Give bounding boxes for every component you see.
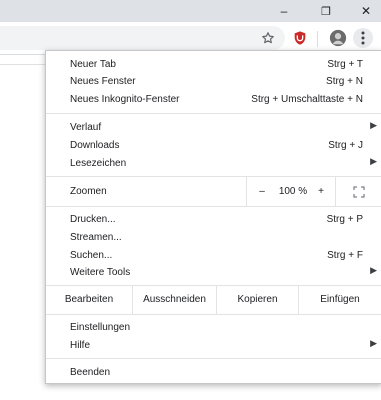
menu-item-label: Neuer Tab bbox=[70, 59, 116, 70]
submenu-arrow-icon: ▶ bbox=[370, 265, 377, 275]
menu-item-help[interactable]: Hilfe ▶ bbox=[46, 337, 381, 355]
menu-item-label: Weitere Tools bbox=[70, 267, 131, 278]
profile-avatar bbox=[329, 29, 347, 47]
menu-item-new-incognito-window[interactable]: Neues Inkognito-Fenster Strg + Umschaltt… bbox=[46, 91, 381, 109]
restore-button[interactable]: ❐ bbox=[312, 0, 340, 22]
paste-button[interactable]: Einfügen bbox=[299, 285, 381, 314]
menu-item-print[interactable]: Drucken... Strg + P bbox=[46, 211, 381, 229]
menu-separator bbox=[46, 206, 381, 207]
cut-button[interactable]: Ausschneiden bbox=[133, 285, 216, 314]
menu-item-label: Verlauf bbox=[70, 122, 102, 133]
close-button[interactable]: ✕ bbox=[352, 0, 380, 22]
copy-label: Kopieren bbox=[237, 294, 278, 305]
title-bar: – ❐ ✕ bbox=[0, 0, 381, 22]
menu-separator bbox=[46, 314, 381, 315]
menu-item-shortcut: Strg + J bbox=[328, 140, 363, 151]
ublock-extension-button[interactable] bbox=[289, 27, 311, 49]
menu-item-label: Beenden bbox=[70, 367, 111, 378]
minimize-icon: – bbox=[280, 4, 288, 18]
paste-label: Einfügen bbox=[320, 294, 360, 305]
menu-item-shortcut: Strg + N bbox=[326, 76, 363, 87]
menu-item-label: Downloads bbox=[70, 140, 120, 151]
edit-label: Bearbeiten bbox=[46, 285, 132, 314]
edit-row: Bearbeiten Ausschneiden Kopieren Einfüge… bbox=[46, 285, 381, 314]
menu-item-history[interactable]: Verlauf ▶ bbox=[46, 119, 381, 137]
zoom-level-value: 100 % bbox=[278, 186, 308, 197]
close-icon: ✕ bbox=[360, 4, 372, 18]
zoom-out-icon: – bbox=[259, 186, 265, 197]
more-menu-icon bbox=[361, 31, 365, 45]
copy-button[interactable]: Kopieren bbox=[217, 285, 298, 314]
menu-item-shortcut: Strg + T bbox=[327, 59, 363, 70]
zoom-out-button[interactable]: – bbox=[247, 177, 277, 206]
menu-item-more-tools[interactable]: Weitere Tools ▶ bbox=[46, 264, 381, 282]
chrome-app-menu: Neuer Tab Strg + T Neues Fenster Strg + … bbox=[45, 50, 381, 384]
submenu-arrow-icon: ▶ bbox=[370, 338, 377, 348]
menu-item-label: Neues Fenster bbox=[70, 76, 136, 87]
page-content-divider bbox=[0, 64, 46, 65]
minimize-button[interactable]: – bbox=[270, 0, 298, 22]
cut-label: Ausschneiden bbox=[143, 294, 206, 305]
submenu-arrow-icon: ▶ bbox=[370, 156, 377, 166]
menu-item-label: Suchen... bbox=[70, 250, 113, 261]
menu-item-exit[interactable]: Beenden bbox=[46, 364, 381, 382]
menu-item-find[interactable]: Suchen... Strg + F bbox=[46, 247, 381, 265]
star-icon bbox=[262, 32, 274, 44]
menu-item-label: Neues Inkognito-Fenster bbox=[70, 94, 180, 105]
menu-item-label: Lesezeichen bbox=[70, 158, 127, 169]
fullscreen-button[interactable] bbox=[336, 177, 381, 206]
ublock-shield-icon bbox=[294, 31, 306, 45]
menu-item-label: Hilfe bbox=[70, 340, 91, 351]
zoom-in-button[interactable]: + bbox=[309, 177, 333, 206]
edit-label-text: Bearbeiten bbox=[64, 294, 114, 305]
menu-item-downloads[interactable]: Downloads Strg + J bbox=[46, 137, 381, 155]
zoom-row: Zoomen – 100 % + bbox=[46, 177, 381, 206]
menu-item-new-tab[interactable]: Neuer Tab Strg + T bbox=[46, 56, 381, 74]
zoom-in-icon: + bbox=[318, 186, 324, 197]
menu-item-cast[interactable]: Streamen... bbox=[46, 229, 381, 247]
menu-separator bbox=[46, 113, 381, 114]
menu-item-shortcut: Strg + Umschalttaste + N bbox=[251, 94, 363, 105]
menu-item-label: Streamen... bbox=[70, 232, 122, 243]
restore-icon: ❐ bbox=[321, 5, 331, 18]
menu-separator bbox=[46, 358, 381, 359]
submenu-arrow-icon: ▶ bbox=[370, 120, 377, 130]
menu-item-bookmarks[interactable]: Lesezeichen ▶ bbox=[46, 155, 381, 173]
menu-item-label: Einstellungen bbox=[70, 322, 131, 333]
menu-item-shortcut: Strg + P bbox=[326, 214, 363, 225]
bookmark-star-button[interactable] bbox=[257, 27, 279, 49]
menu-item-new-window[interactable]: Neues Fenster Strg + N bbox=[46, 73, 381, 91]
zoom-label: Zoomen bbox=[70, 186, 107, 197]
more-menu-button[interactable] bbox=[353, 28, 373, 48]
fullscreen-icon bbox=[353, 186, 364, 197]
menu-item-label: Drucken... bbox=[70, 214, 116, 225]
profile-button[interactable] bbox=[327, 27, 349, 49]
menu-item-shortcut: Strg + F bbox=[327, 250, 363, 261]
menu-item-settings[interactable]: Einstellungen bbox=[46, 319, 381, 337]
toolbar-divider bbox=[317, 31, 318, 47]
address-bar[interactable] bbox=[0, 26, 285, 50]
